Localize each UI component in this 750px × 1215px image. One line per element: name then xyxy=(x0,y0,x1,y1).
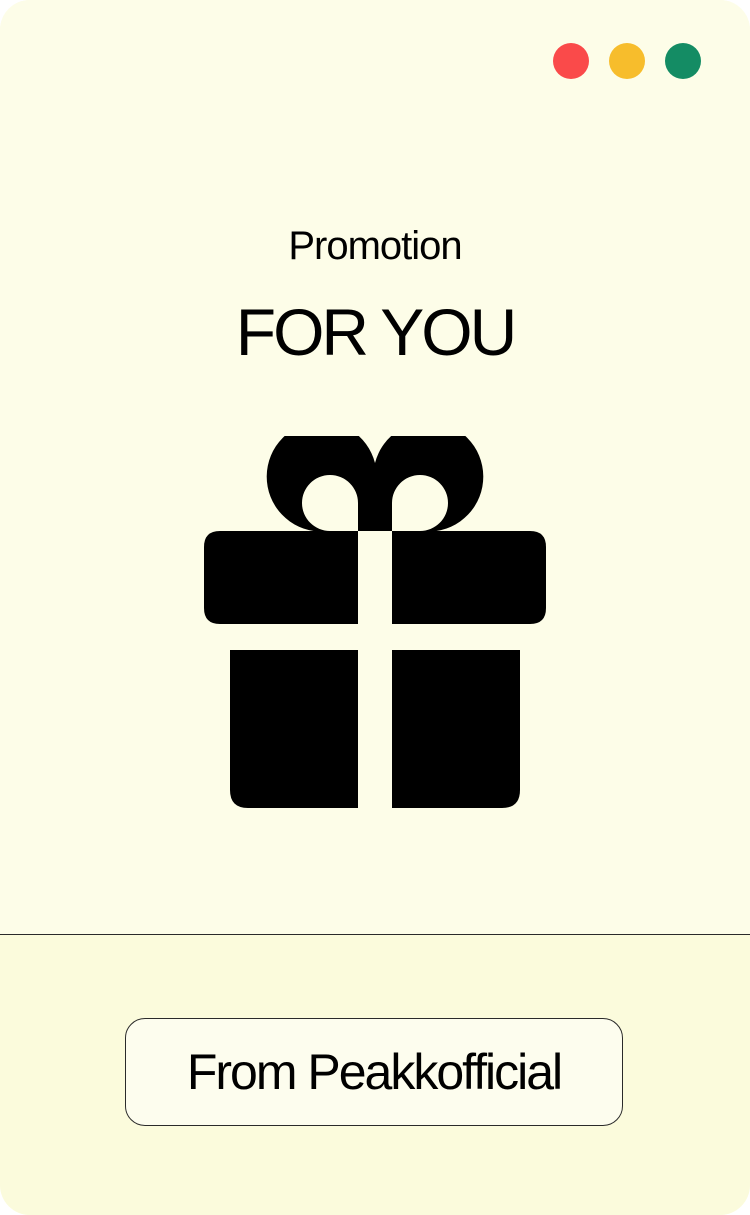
card-top-section: Promotion FOR YOU xyxy=(0,0,750,934)
gift-icon xyxy=(204,436,546,808)
promotion-card: Promotion FOR YOU From Peakkofficial xyxy=(0,0,750,1215)
maximize-dot-icon[interactable] xyxy=(665,43,701,79)
minimize-dot-icon[interactable] xyxy=(609,43,645,79)
promotion-title: FOR YOU xyxy=(235,295,517,369)
promotion-subtitle: Promotion xyxy=(288,224,462,268)
close-dot-icon[interactable] xyxy=(553,43,589,79)
from-peakkofficial-button[interactable]: From Peakkofficial xyxy=(125,1018,623,1126)
